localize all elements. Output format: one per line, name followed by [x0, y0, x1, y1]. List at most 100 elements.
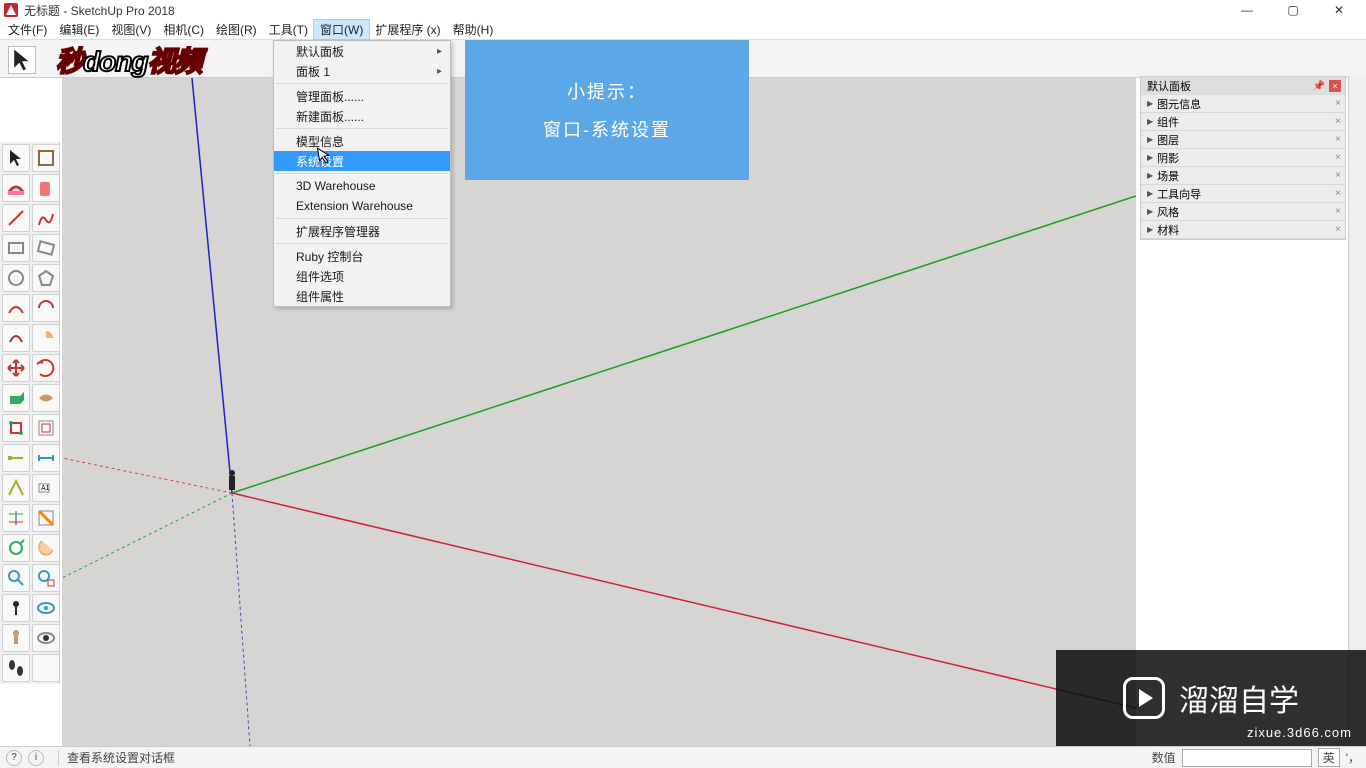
rectangle-tool[interactable] — [2, 234, 30, 262]
pushpull-tool[interactable] — [2, 384, 30, 412]
eye-tool-icon — [36, 628, 56, 648]
menuitem-[interactable]: 系统设置 — [274, 151, 450, 171]
menuitem-[interactable]: 扩展程序管理器 — [274, 221, 450, 241]
person-tool[interactable] — [2, 654, 30, 682]
menu-窗口w[interactable]: 窗口(W) — [314, 20, 369, 39]
scale-tool[interactable] — [2, 414, 30, 442]
menuitem-extensionwarehouse[interactable]: Extension Warehouse — [274, 196, 450, 216]
tray-item-close-icon[interactable]: × — [1335, 206, 1341, 217]
play-icon — [1123, 677, 1165, 719]
menuitem-[interactable]: 模型信息 — [274, 131, 450, 151]
pin-icon[interactable]: 📌 — [1313, 81, 1325, 92]
tray-item-close-icon[interactable]: × — [1335, 188, 1341, 199]
tray-item-风格[interactable]: 风格× — [1141, 203, 1345, 221]
menuitem-1[interactable]: 面板 1 — [274, 61, 450, 81]
lasso-tool[interactable] — [32, 144, 60, 172]
tape-tool-icon — [6, 448, 26, 468]
zoom-extents-tool[interactable] — [32, 564, 60, 592]
pan-tool[interactable] — [32, 534, 60, 562]
tray-item-场景[interactable]: 场景× — [1141, 167, 1345, 185]
select-tool[interactable] — [2, 144, 30, 172]
axes-tool[interactable] — [2, 504, 30, 532]
followme-tool[interactable] — [32, 384, 60, 412]
circle-tool[interactable] — [2, 264, 30, 292]
watermark-sub: zixue.3d66.com — [1247, 725, 1352, 740]
tray-item-工具向导[interactable]: 工具向导× — [1141, 185, 1345, 203]
close-button[interactable]: ✕ — [1316, 0, 1362, 20]
tray-item-阴影[interactable]: 阴影× — [1141, 149, 1345, 167]
look-around-tool[interactable] — [32, 594, 60, 622]
tray-item-close-icon[interactable]: × — [1335, 224, 1341, 235]
paint-bucket-tool[interactable] — [32, 174, 60, 202]
zoom-tool[interactable] — [2, 564, 30, 592]
freehand-tool[interactable] — [32, 204, 60, 232]
tooltip-line1: 小提示： — [567, 78, 647, 104]
watermark-text: 溜溜自学 — [1179, 676, 1299, 720]
tray-item-图元信息[interactable]: 图元信息× — [1141, 95, 1345, 113]
menuitem-[interactable]: 组件属性 — [274, 286, 450, 306]
position-camera-tool[interactable] — [2, 594, 30, 622]
menuitem-ruby[interactable]: Ruby 控制台 — [274, 246, 450, 266]
tape-tool[interactable] — [2, 444, 30, 472]
tray-close-icon[interactable]: × — [1329, 80, 1341, 92]
protractor-tool[interactable] — [2, 474, 30, 502]
menu-文件f[interactable]: 文件(F) — [2, 20, 53, 39]
walk-tool-icon — [6, 628, 26, 648]
tray-item-close-icon[interactable]: × — [1335, 116, 1341, 127]
tray-item-close-icon[interactable]: × — [1335, 152, 1341, 163]
text-tool[interactable]: A1 — [32, 474, 60, 502]
line-tool[interactable] — [2, 204, 30, 232]
ime-indicator[interactable]: 英 — [1318, 748, 1340, 767]
eye-tool[interactable] — [32, 624, 60, 652]
menuitem-3dwarehouse[interactable]: 3D Warehouse — [274, 176, 450, 196]
tray-item-材料[interactable]: 材料× — [1141, 221, 1345, 239]
footprints-tool-icon — [36, 658, 56, 678]
offset-tool[interactable] — [32, 414, 60, 442]
menuitem-[interactable]: 管理面板...... — [274, 86, 450, 106]
pan-tool-icon — [36, 538, 56, 558]
menu-绘图r[interactable]: 绘图(R) — [210, 20, 263, 39]
tray-item-组件[interactable]: 组件× — [1141, 113, 1345, 131]
rotate-tool[interactable] — [32, 354, 60, 382]
walk-tool[interactable] — [2, 624, 30, 652]
menu-扩展程序x[interactable]: 扩展程序 (x) — [369, 20, 446, 39]
tray-item-close-icon[interactable]: × — [1335, 134, 1341, 145]
move-tool[interactable] — [2, 354, 30, 382]
help-icon[interactable]: ? — [6, 750, 22, 766]
tray-title[interactable]: 默认面板 📌 × — [1141, 77, 1345, 95]
section-tool[interactable] — [32, 504, 60, 532]
menuitem-[interactable]: 组件选项 — [274, 266, 450, 286]
tray-item-close-icon[interactable]: × — [1335, 170, 1341, 181]
dimension-tool[interactable] — [32, 444, 60, 472]
followme-tool-icon — [36, 388, 56, 408]
ime-indicator-2[interactable]: '， — [1346, 749, 1360, 766]
rotated-rect-tool[interactable] — [32, 234, 60, 262]
minimize-button[interactable]: — — [1224, 0, 1270, 20]
pie-tool[interactable] — [32, 324, 60, 352]
menu-相机c[interactable]: 相机(C) — [157, 20, 210, 39]
menu-编辑e[interactable]: 编辑(E) — [53, 20, 105, 39]
arc-tool[interactable] — [2, 294, 30, 322]
footprints-tool[interactable] — [32, 654, 60, 682]
menuitem-[interactable]: 默认面板 — [274, 41, 450, 61]
3pt-arc-tool[interactable] — [2, 324, 30, 352]
status-text: 查看系统设置对话框 — [67, 749, 175, 766]
tray-item-图层[interactable]: 图层× — [1141, 131, 1345, 149]
info-icon[interactable]: i — [28, 750, 44, 766]
orbit-tool[interactable] — [2, 534, 30, 562]
eraser-tool[interactable] — [2, 174, 30, 202]
menu-帮助h[interactable]: 帮助(H) — [447, 20, 500, 39]
arc-tool-icon — [6, 298, 26, 318]
2pt-arc-tool[interactable] — [32, 294, 60, 322]
default-tray-panel: 默认面板 📌 × 图元信息×组件×图层×阴影×场景×工具向导×风格×材料× — [1140, 76, 1346, 240]
menuitem-[interactable]: 新建面板...... — [274, 106, 450, 126]
select-tool-button[interactable] — [8, 46, 36, 74]
maximize-button[interactable]: ▢ — [1270, 0, 1316, 20]
polygon-tool[interactable] — [32, 264, 60, 292]
measurement-input[interactable] — [1182, 749, 1312, 767]
tooltip-line2: 窗口-系统设置 — [543, 116, 671, 142]
move-tool-icon — [6, 358, 26, 378]
menu-工具t[interactable]: 工具(T) — [263, 20, 314, 39]
tray-item-close-icon[interactable]: × — [1335, 98, 1341, 109]
menu-视图v[interactable]: 视图(V) — [105, 20, 157, 39]
